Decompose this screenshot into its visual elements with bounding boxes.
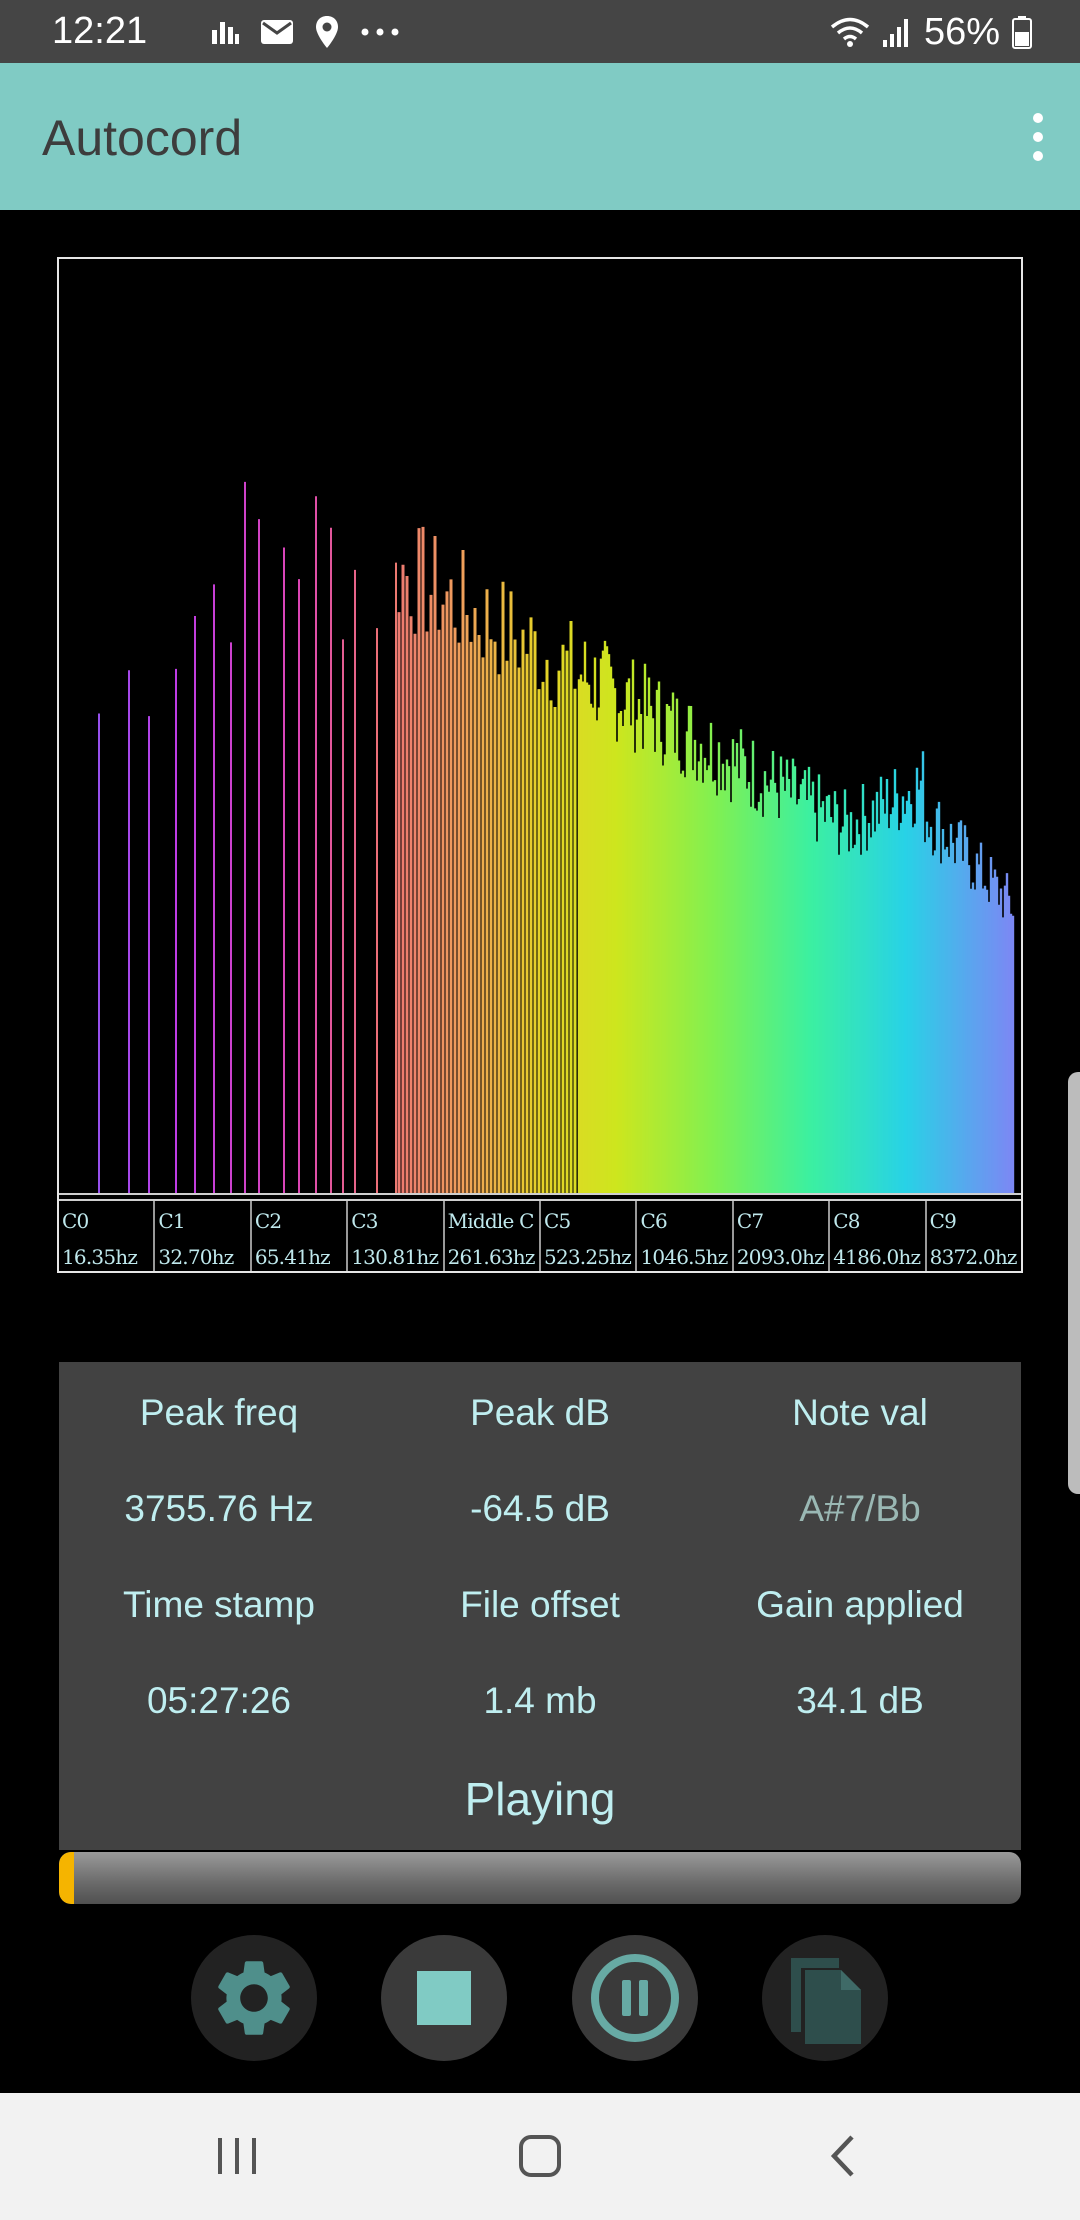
side-scroll-handle[interactable]: [1068, 1072, 1080, 1494]
note-val-label: Note val: [792, 1392, 928, 1433]
activity-icon: [212, 22, 239, 44]
back-icon: [830, 2135, 854, 2177]
settings-button[interactable]: [191, 1935, 317, 2061]
spectrum-display: C0 16.35hz C1 32.70hz C2 65.41hz C3 130.81hz Mid…: [57, 257, 1023, 1273]
pause-icon: [591, 1954, 679, 2042]
file-offset-value: 1.4 mb: [483, 1680, 597, 1721]
octave-note: C5: [544, 1209, 571, 1233]
octave-label: C6 1046.5hz: [637, 1201, 734, 1271]
playback-controls: [0, 1935, 1080, 2063]
peak-db-value: -64.5 dB: [470, 1488, 610, 1529]
peak-db-label: Peak dB: [470, 1392, 610, 1433]
stop-icon: [417, 1971, 471, 2025]
peak-freq-value: 3755.76 Hz: [124, 1488, 314, 1529]
stop-button[interactable]: [381, 1935, 507, 2061]
gain-applied-label: Gain applied: [756, 1584, 964, 1625]
octave-frequency: 8372.0hz: [929, 1245, 1018, 1269]
spectrum-bars: [59, 481, 1021, 1195]
overflow-menu-icon[interactable]: [1018, 107, 1058, 167]
time-stamp-label: Time stamp: [123, 1584, 315, 1625]
location-icon: [316, 16, 338, 48]
gain-applied-value: 34.1 dB: [796, 1680, 924, 1721]
octave-note: C7: [736, 1209, 764, 1233]
octave-frequency: 2093.0hz: [736, 1245, 825, 1269]
octave-label: C1 32.70hz: [155, 1201, 252, 1271]
time-stamp-value: 05:27:26: [146, 1680, 292, 1721]
peak-freq-label: Peak freq: [139, 1392, 299, 1433]
playback-progress-fill: [59, 1852, 75, 1904]
recents-icon: [218, 2138, 256, 2174]
mail-icon: [261, 20, 293, 44]
recents-button[interactable]: [202, 2123, 272, 2189]
octave-frequency: 261.63hz: [447, 1245, 536, 1269]
octave-label: C9 8372.0hz: [927, 1201, 1021, 1271]
status-icons-left: [210, 14, 400, 50]
readout-panel: Peak freq Peak dB Note val 3755.76 Hz -6…: [59, 1362, 1021, 1850]
playback-progress-bar[interactable]: [59, 1852, 1021, 1904]
file-icon: [791, 1958, 861, 2044]
octave-frequency: 1046.5hz: [640, 1245, 728, 1269]
octave-label: C8 4186.0hz: [830, 1201, 927, 1271]
octave-frequency: 32.70hz: [158, 1245, 234, 1269]
octave-label: Middle C 261.63hz: [445, 1201, 542, 1271]
octave-note: C0: [62, 1209, 89, 1233]
octave-note: Middle C: [447, 1209, 535, 1233]
home-icon: [519, 2135, 561, 2177]
status-bar: 12:21 56%: [0, 0, 1080, 63]
octave-label: C0 16.35hz: [59, 1201, 156, 1271]
note-val-value: A#7/Bb: [799, 1488, 921, 1529]
octave-label: C5 523.25hz: [541, 1201, 638, 1271]
system-nav-bar: [0, 2093, 1080, 2220]
octave-note: C3: [351, 1209, 378, 1233]
battery-percent: 56%: [923, 10, 1000, 53]
battery-icon: [1012, 16, 1032, 49]
octave-label: C3 130.81hz: [348, 1201, 445, 1271]
octave-frequency: 4186.0hz: [833, 1245, 921, 1269]
app-bar: Autocord: [0, 63, 1080, 210]
back-button[interactable]: [808, 2123, 878, 2189]
octave-scale: C0 16.35hz C1 32.70hz C2 65.41hz C3 130.81hz Mid…: [59, 1199, 1021, 1271]
wifi-icon: [830, 17, 870, 47]
octave-note: C6: [640, 1209, 667, 1233]
file-offset-label: File offset: [460, 1584, 620, 1625]
pause-button[interactable]: [572, 1935, 698, 2061]
octave-label: C7 2093.0hz: [734, 1201, 831, 1271]
status-time: 12:21: [52, 10, 148, 52]
octave-frequency: 65.41hz: [254, 1245, 331, 1269]
octave-note: C8: [833, 1209, 860, 1233]
settings-icon: [218, 1961, 290, 2035]
octave-frequency: 523.25hz: [544, 1245, 632, 1269]
octave-note: C2: [254, 1209, 282, 1233]
app-title: Autocord: [42, 110, 243, 166]
octave-note: C1: [158, 1209, 185, 1233]
octave-label: C2 65.41hz: [252, 1201, 349, 1271]
file-button[interactable]: [762, 1935, 888, 2061]
more-dots-icon: [361, 28, 399, 36]
status-icons-right: 56%: [830, 10, 1032, 53]
octave-frequency: 16.35hz: [62, 1245, 138, 1269]
octave-note: C9: [929, 1209, 957, 1233]
playback-state: Playing: [464, 1773, 616, 1825]
home-button[interactable]: [505, 2123, 575, 2189]
signal-icon: [882, 19, 908, 47]
octave-frequency: 130.81hz: [351, 1245, 439, 1269]
